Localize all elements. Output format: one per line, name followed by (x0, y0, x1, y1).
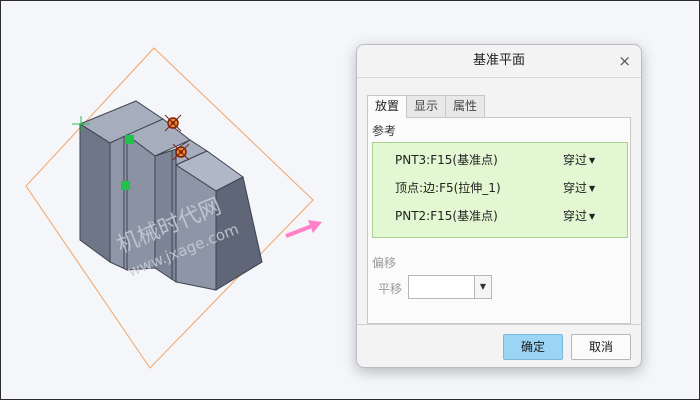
reference-row[interactable]: PNT3:F15(基准点) 穿过 ▼ (373, 145, 627, 173)
chevron-down-icon[interactable]: ▼ (474, 276, 491, 298)
datum-point-pnt2-icon[interactable] (172, 143, 190, 161)
reference-name: PNT3:F15(基准点) (395, 153, 498, 167)
reference-row[interactable]: 顶点:边:F5(拉伸_1) 穿过 ▼ (373, 173, 627, 201)
selected-edge-marker[interactable] (121, 181, 130, 190)
reference-name: PNT2:F15(基准点) (395, 209, 498, 223)
tab-bar: 放置 显示 属性 (367, 95, 486, 118)
shift-label: 平移 (378, 282, 403, 296)
references-list[interactable]: PNT3:F15(基准点) 穿过 ▼ 顶点:边:F5(拉伸_1) 穿过 ▼ PNT2… (372, 142, 628, 238)
dialog-title-bar: 基准平面 × (357, 45, 641, 78)
placement-panel: 参考 PNT3:F15(基准点) 穿过 ▼ 顶点:边:F5(拉伸_1) 穿过 ▼ P… (367, 117, 631, 324)
chevron-down-icon: ▼ (589, 184, 596, 193)
chevron-down-icon: ▼ (589, 156, 596, 165)
tab-placement[interactable]: 放置 (367, 95, 408, 118)
tab-properties[interactable]: 属性 (445, 95, 486, 117)
datum-point-pnt3-icon[interactable] (164, 114, 182, 132)
offset-section-label: 偏移 (372, 256, 397, 270)
tab-display[interactable]: 显示 (406, 95, 447, 117)
chevron-down-icon: ▼ (589, 212, 596, 221)
dialog-title: 基准平面 (472, 53, 525, 68)
model-viewport[interactable]: 机械时代网 www.jxage.com (0, 0, 356, 400)
constraint-dropdown[interactable]: 穿过 ▼ (563, 207, 595, 224)
close-icon[interactable]: × (618, 45, 631, 77)
cancel-button[interactable]: 取消 (571, 334, 631, 360)
dialog-divider (357, 324, 641, 325)
reference-row[interactable]: PNT2:F15(基准点) 穿过 ▼ (373, 201, 627, 229)
constraint-dropdown[interactable]: 穿过 ▼ (563, 151, 595, 168)
selected-vertex-marker[interactable] (125, 135, 134, 144)
datum-plane-dialog: 基准平面 × 放置 显示 属性 参考 PNT3:F15(基准点) 穿过 ▼ 顶点:… (356, 44, 642, 368)
references-label: 参考 (372, 124, 397, 138)
shift-value-combobox[interactable]: ▼ (408, 275, 492, 299)
reference-name: 顶点:边:F5(拉伸_1) (395, 181, 501, 195)
ok-button[interactable]: 确定 (503, 334, 563, 360)
constraint-dropdown[interactable]: 穿过 ▼ (563, 179, 595, 196)
